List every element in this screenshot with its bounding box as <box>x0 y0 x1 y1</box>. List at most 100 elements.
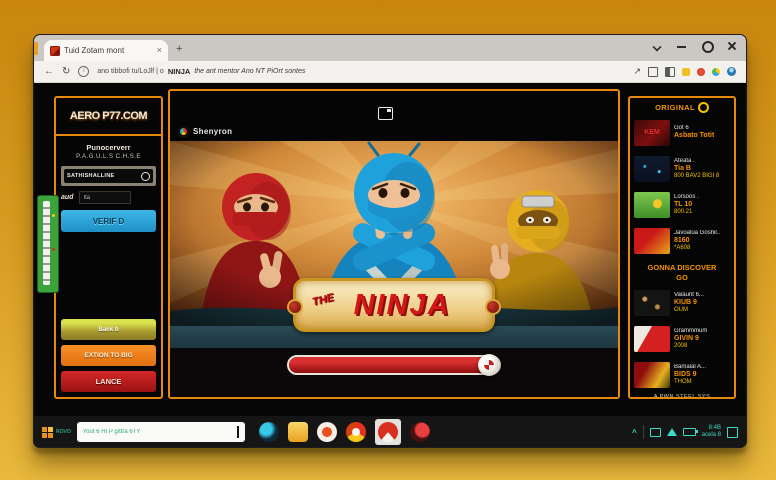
tray-expand-icon[interactable]: ^ <box>632 428 637 437</box>
provider-name: Shenyron <box>193 127 232 136</box>
taskbar-app-media-icon[interactable] <box>317 422 337 442</box>
share-icon[interactable]: ↗ <box>633 66 641 77</box>
game-thumbnail <box>634 156 670 182</box>
back-icon[interactable]: ← <box>44 62 54 82</box>
taskbar-app-browser-icon[interactable] <box>259 422 279 442</box>
maximize-button[interactable] <box>702 41 711 50</box>
games-header-discover: GONNA DISCOVER GO <box>634 263 730 283</box>
game-title: Ateata . <box>674 158 719 164</box>
game-line3: *A608 <box>674 245 720 251</box>
mode-select-value: SATHISHALLINE <box>67 173 115 179</box>
side-panel-icon[interactable] <box>665 67 675 77</box>
extension-yellow-icon[interactable] <box>682 68 690 76</box>
minimize-button[interactable] <box>677 41 686 50</box>
game-thumbnail <box>634 362 670 388</box>
fullscreen-icon[interactable] <box>378 107 393 120</box>
desktop-background: Tuid Zotam mont × + ← ↻ i ano tibbofi tu… <box>0 0 776 480</box>
screenshot-icon[interactable] <box>648 67 658 77</box>
feedback-edge-tab[interactable] <box>37 195 59 293</box>
close-button[interactable] <box>727 41 736 50</box>
game-line3: 800.21 <box>674 209 699 215</box>
taskbar-app-active[interactable] <box>375 419 401 445</box>
game-logo-banner: THE NINJA <box>293 278 495 332</box>
game-thumbnail <box>634 326 670 352</box>
tray-separator <box>643 425 644 439</box>
provider-logo-icon <box>178 126 189 137</box>
game-list-item[interactable]: Grammmum GIVIN 9 2008 <box>634 322 730 355</box>
game-list-item[interactable]: Ateata . Tia B 800 BAV2 BIGI 8 <box>634 152 730 185</box>
taskbar-search[interactable]: Yout 6 HI P gittra 6TY <box>77 422 245 442</box>
game-list-item[interactable]: Javoalua Goshil.. 8160 *A608 <box>634 224 730 257</box>
game-line3: 2008 <box>674 343 707 349</box>
tab-title: Tuid Zotam mont <box>64 46 153 55</box>
left-sidebar: AERO P77.COM Punocerverr P.A.G.U.L.S C.H… <box>54 96 163 399</box>
tray-clock[interactable]: 8:4B acela 8 <box>702 425 721 439</box>
browser-toolbar: ← ↻ i ano tibbofi tu/LoJlf | o NINJA the… <box>34 61 746 83</box>
game-line3: OUM <box>674 307 704 313</box>
game-list-item[interactable]: Bamalal A... BIDS 9 THOM <box>634 358 730 391</box>
currency-row: aud <box>61 191 156 204</box>
refresh-icon[interactable]: ↻ <box>62 62 70 82</box>
notification-icon[interactable] <box>727 427 738 438</box>
tab-search-icon[interactable] <box>652 41 661 50</box>
game-loading-area <box>170 348 618 397</box>
game-panel: Shenyron <box>168 89 620 399</box>
extension-multicolor-icon[interactable] <box>712 68 720 76</box>
url-text: ano tibbofi tu/LoJlf | o <box>97 68 163 75</box>
site-info-icon[interactable]: i <box>78 66 89 77</box>
tray-time: 8:4B <box>702 425 721 432</box>
bid-button[interactable]: EXTION TO BIG <box>61 345 156 366</box>
bank-button[interactable]: Bank b <box>61 319 156 340</box>
game-canvas[interactable]: THE NINJA <box>170 141 618 326</box>
taskbar-app-opera-icon[interactable] <box>410 422 430 442</box>
game-line3: THOM <box>674 379 706 385</box>
tab-close-icon[interactable]: × <box>157 46 162 55</box>
game-thumbnail <box>634 192 670 218</box>
game-line2: GIVIN 9 <box>674 335 707 342</box>
tab-strip: Tuid Zotam mont × + <box>34 35 746 61</box>
start-button[interactable]: ROVO <box>42 427 71 438</box>
sidebar-footer-link[interactable]: A PWN STEEL SYS <box>634 394 730 399</box>
window-controls <box>652 41 736 50</box>
system-tray: ^ 8:4B acela 8 <box>632 425 738 439</box>
mode-select[interactable]: SATHISHALLINE <box>64 169 153 183</box>
keyboard-icon[interactable] <box>650 428 661 437</box>
amount-field[interactable] <box>79 191 131 204</box>
game-title: Grammmum <box>674 328 707 334</box>
game-line2: Tia B <box>674 165 719 172</box>
game-line2: Asbato Totit <box>674 132 714 139</box>
loading-shuriken-icon <box>478 354 500 376</box>
extension-red-icon[interactable] <box>697 68 705 76</box>
sidebar-subtitle-2: P.A.G.U.L.S C.H.S.E <box>61 154 156 160</box>
battery-icon[interactable] <box>683 428 696 436</box>
game-line2: 8160 <box>674 237 720 244</box>
new-tab-button[interactable]: + <box>176 37 182 61</box>
header-text: ORIGINAL <box>655 103 695 112</box>
game-list-item[interactable]: Valaunt 6... KIUB 9 OUM <box>634 286 730 319</box>
game-list-item[interactable]: Lorsoos . TL 10 800.21 <box>634 188 730 221</box>
game-title: Got 6 <box>674 125 714 131</box>
game-line3: 800 BAV2 BIGI 8 <box>674 173 719 179</box>
game-line2: KIUB 9 <box>674 299 704 306</box>
game-thumbnail <box>634 290 670 316</box>
sidebar-subtitle: Punocerverr <box>61 143 156 152</box>
game-title: Valaunt 6... <box>674 292 704 298</box>
right-sidebar: ORIGINAL KEM Got 6 Asbato Totit <box>628 96 736 399</box>
tabstrip-accent <box>34 42 38 55</box>
browser-tab[interactable]: Tuid Zotam mont × <box>44 40 168 61</box>
loading-bar <box>287 355 501 375</box>
verify-button[interactable]: VERIF D <box>61 210 156 232</box>
game-title: Lorsoos . <box>674 194 699 200</box>
wifi-icon[interactable] <box>667 428 677 436</box>
feedback-dot-red <box>52 248 55 251</box>
address-bar[interactable]: ano tibbofi tu/LoJlf | o NINJA the ant m… <box>97 67 625 76</box>
taskbar-app-files-icon[interactable] <box>288 422 308 442</box>
taskbar-app-chrome-icon[interactable] <box>346 422 366 442</box>
profile-avatar[interactable] <box>727 67 736 76</box>
gear-icon <box>698 102 709 113</box>
site-logo[interactable]: AERO P77.COM <box>56 98 161 136</box>
lance-button[interactable]: LANCE <box>61 371 156 392</box>
game-list-item[interactable]: KEM Got 6 Asbato Totit <box>634 116 730 149</box>
start-icon <box>42 427 53 438</box>
game-thumbnail: KEM <box>634 120 670 146</box>
